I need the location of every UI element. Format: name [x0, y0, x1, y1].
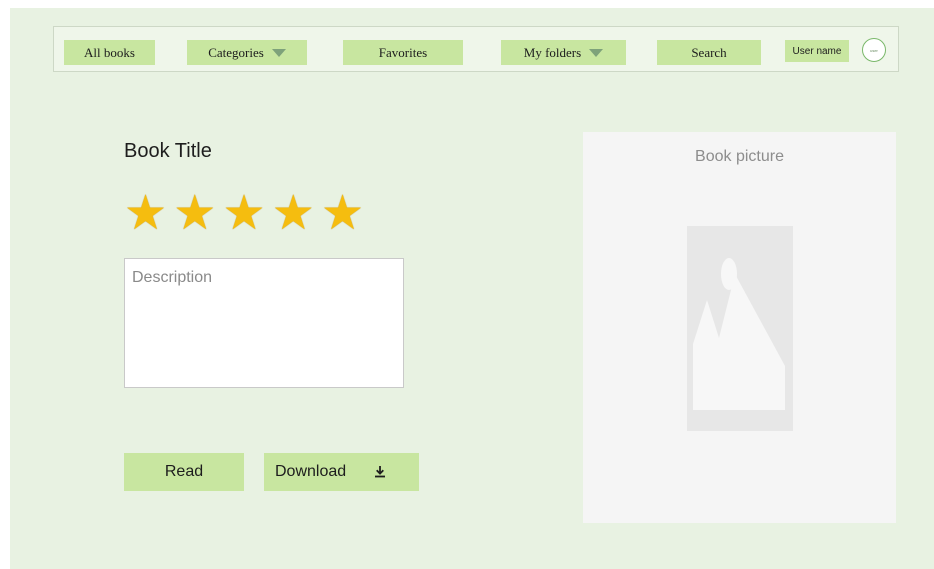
image-placeholder-icon	[687, 226, 793, 431]
nav-search-button[interactable]: Search	[657, 40, 761, 65]
download-button-label: Download	[275, 463, 347, 480]
book-picture-panel: Book picture	[583, 132, 896, 523]
description-placeholder: Description	[132, 269, 213, 286]
book-title: Book Title	[124, 140, 212, 162]
nav-favorites-button[interactable]: Favorites	[343, 40, 463, 65]
description-field[interactable]: Description	[124, 258, 404, 388]
top-navigation-bar: All books Categories Favorites My folder…	[53, 26, 899, 72]
user-name-label: User name	[792, 45, 842, 57]
nav-all-books-label: All books	[84, 44, 135, 60]
avatar[interactable]: user	[862, 38, 886, 62]
star-icon[interactable]: ★	[272, 190, 315, 238]
avatar-text: user	[870, 47, 878, 53]
nav-my-folders-dropdown[interactable]: My folders	[501, 40, 626, 65]
nav-all-books-button[interactable]: All books	[64, 40, 155, 65]
read-button[interactable]: Read	[124, 453, 244, 491]
nav-my-folders-label: My folders	[523, 44, 582, 60]
download-button[interactable]: Download	[264, 453, 419, 491]
nav-categories-dropdown[interactable]: Categories	[187, 40, 307, 65]
book-picture-label: Book picture	[695, 148, 784, 165]
chevron-down-icon	[589, 48, 604, 57]
nav-search-label: Search	[691, 44, 727, 60]
star-rating[interactable]: ★ ★ ★ ★ ★	[124, 188, 364, 240]
star-icon[interactable]: ★	[321, 190, 364, 238]
download-icon	[373, 465, 387, 479]
star-icon[interactable]: ★	[173, 190, 216, 238]
user-name-button[interactable]: User name	[785, 40, 849, 62]
chevron-down-icon	[271, 48, 286, 57]
star-icon[interactable]: ★	[124, 190, 167, 238]
star-icon[interactable]: ★	[222, 190, 265, 238]
nav-favorites-label: Favorites	[378, 44, 428, 60]
nav-categories-label: Categories	[208, 44, 264, 60]
read-button-label: Read	[164, 463, 204, 480]
